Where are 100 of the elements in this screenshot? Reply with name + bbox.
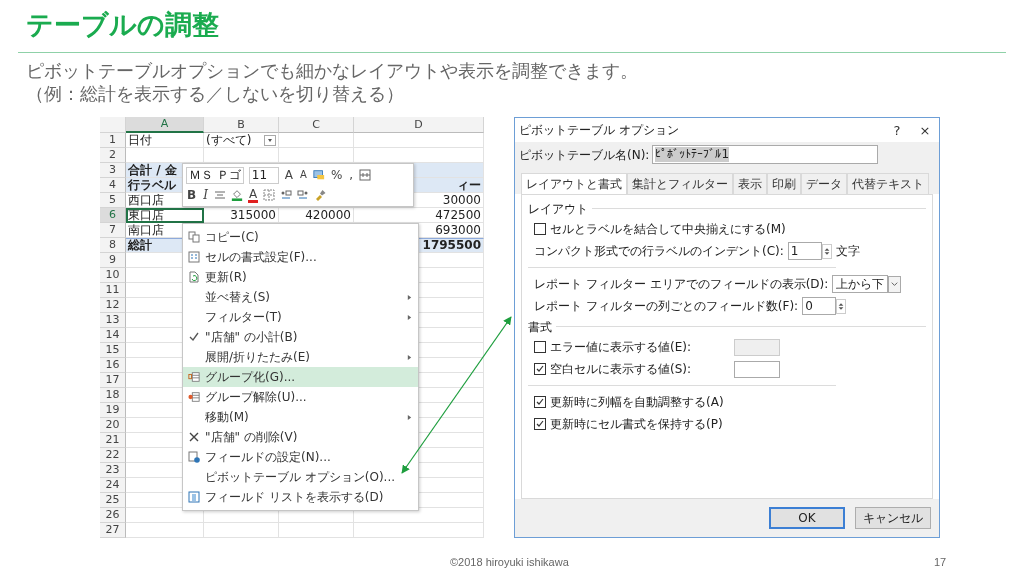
close-button[interactable]: × [911, 122, 939, 138]
row-header[interactable]: 4 [100, 178, 126, 193]
menu-item[interactable]: フィールドの設定(N)... [183, 447, 418, 467]
filter-value: (すべて) [206, 133, 252, 147]
delete-icon [188, 431, 200, 443]
copy-icon [188, 231, 200, 243]
column-header[interactable]: D [354, 117, 484, 133]
menu-item[interactable]: 並べ替え(S) [183, 287, 418, 307]
help-button[interactable]: ? [883, 122, 911, 138]
dialog-title: ピボットテーブル オプション [519, 121, 679, 139]
toolbar-button[interactable]: % [329, 168, 344, 182]
menu-item[interactable]: グループ化(G)... [183, 367, 418, 387]
filter-dropdown-button[interactable] [264, 134, 276, 146]
row-header[interactable]: 22 [100, 448, 126, 463]
row-header[interactable]: 27 [100, 523, 126, 538]
field-label: レポート フィルターの列ごとのフィールド数(F): [534, 298, 799, 314]
row-header[interactable]: 17 [100, 373, 126, 388]
tab[interactable]: 印刷 [767, 173, 801, 194]
section-heading: レイアウト [528, 200, 588, 217]
field-label: ピボットテーブル名(N): [519, 146, 650, 163]
row-header[interactable]: 2 [100, 148, 126, 163]
menu-item[interactable]: 更新(R) [183, 267, 418, 287]
row-header[interactable]: 19 [100, 403, 126, 418]
row-header[interactable]: 12 [100, 298, 126, 313]
menu-item[interactable]: フィルター(T) [183, 307, 418, 327]
row-header[interactable]: 20 [100, 418, 126, 433]
section-heading: 書式 [528, 318, 552, 335]
decrease-font-button[interactable]: A [299, 168, 308, 182]
row-header[interactable]: 24 [100, 478, 126, 493]
checkbox[interactable] [534, 363, 546, 375]
row-header[interactable]: 6 [100, 208, 126, 223]
spinner-field[interactable]: 0 [802, 297, 837, 315]
row-header[interactable]: 16 [100, 358, 126, 373]
cancel-button[interactable]: キャンセル [855, 507, 931, 529]
merge-cells-icon[interactable] [359, 169, 372, 181]
row-header[interactable]: 5 [100, 193, 126, 208]
page-number: 17 [934, 556, 947, 568]
tab[interactable]: 集計とフィルター [627, 173, 733, 194]
table-style-icon[interactable] [312, 169, 325, 181]
tab[interactable]: 表示 [733, 173, 767, 194]
tab[interactable]: 代替テキスト [847, 173, 929, 194]
decrease-decimal-icon[interactable] [297, 189, 310, 201]
row-header[interactable]: 21 [100, 433, 126, 448]
font-name-box[interactable]: ＭＳ Ｐゴ [186, 166, 244, 184]
row-header[interactable]: 23 [100, 463, 126, 478]
menu-item[interactable]: ピボットテーブル オプション(O)... [183, 467, 418, 487]
ok-button[interactable]: OK [769, 507, 845, 529]
tab[interactable]: データ [801, 173, 847, 194]
column-header[interactable]: B [204, 117, 279, 133]
checkbox-label: セルとラベルを結合して中央揃えにする(M) [550, 221, 786, 237]
checkbox-label: 更新時に列幅を自動調整する(A) [550, 394, 724, 410]
row-header[interactable]: 11 [100, 283, 126, 298]
name-field[interactable]: ﾋﾟﾎﾞｯﾄﾃｰﾌﾞﾙ1 [652, 145, 879, 164]
row-header[interactable]: 1 [100, 133, 126, 148]
menu-item[interactable]: "店舗" の小計(B) [183, 327, 418, 347]
menu-item[interactable]: 展開/折りたたみ(E) [183, 347, 418, 367]
toolbar-button[interactable]: , [348, 168, 355, 182]
spinner-field[interactable]: 1 [787, 242, 822, 260]
italic-button[interactable]: I [202, 188, 209, 202]
row-header[interactable]: 15 [100, 343, 126, 358]
column-header[interactable]: A [126, 117, 204, 133]
font-size-box[interactable]: 11 [248, 166, 279, 184]
row-header[interactable]: 8 [100, 238, 126, 253]
row-header[interactable]: 18 [100, 388, 126, 403]
input-field[interactable] [734, 360, 780, 378]
row-header[interactable]: 3 [100, 163, 126, 178]
tab[interactable]: レイアウトと書式 [521, 173, 627, 194]
checkbox[interactable] [534, 418, 546, 430]
checkbox[interactable] [534, 396, 546, 408]
menu-item[interactable]: 移動(M) [183, 407, 418, 427]
fill-color-icon[interactable] [230, 189, 243, 201]
row-header[interactable]: 9 [100, 253, 126, 268]
slide-title: テーブルの調整 [25, 8, 220, 42]
menu-item[interactable]: フィールド リストを表示する(D) [183, 487, 418, 507]
menu-item[interactable]: グループ解除(U)... [183, 387, 418, 407]
row-header[interactable]: 25 [100, 493, 126, 508]
font-color-button[interactable]: A [247, 187, 259, 203]
spin-arrows-icon[interactable] [836, 298, 847, 314]
table-cell: 日付 [126, 133, 204, 148]
dropdown[interactable]: 上から下 [832, 275, 889, 293]
field-label: コンパクト形式での行ラベルのインデント(C): [534, 243, 784, 259]
increase-font-button[interactable]: A [283, 168, 295, 182]
row-header[interactable]: 13 [100, 313, 126, 328]
column-header[interactable]: C [279, 117, 354, 133]
table-cell: 東口店 [126, 208, 204, 223]
checkbox[interactable] [534, 223, 546, 235]
refresh-icon [188, 271, 200, 283]
row-header[interactable]: 7 [100, 223, 126, 238]
format-painter-icon[interactable] [314, 189, 327, 201]
row-header[interactable]: 10 [100, 268, 126, 283]
row-header[interactable]: 26 [100, 508, 126, 523]
increase-decimal-icon[interactable] [280, 189, 293, 201]
spin-arrows-icon[interactable] [821, 243, 832, 259]
menu-item[interactable]: "店舗" の削除(V) [183, 427, 418, 447]
format-cells-icon [188, 251, 200, 263]
field-label: レポート フィルター エリアでのフィールドの表示(D): [534, 276, 829, 292]
row-header[interactable]: 14 [100, 328, 126, 343]
description-text: ピボットテーブルオプションでも細かなレイアウトや表示を調整できます。 [26, 59, 639, 82]
field-list-icon [188, 491, 200, 503]
description-text: （例：総計を表示する／しないを切り替える） [26, 82, 405, 105]
